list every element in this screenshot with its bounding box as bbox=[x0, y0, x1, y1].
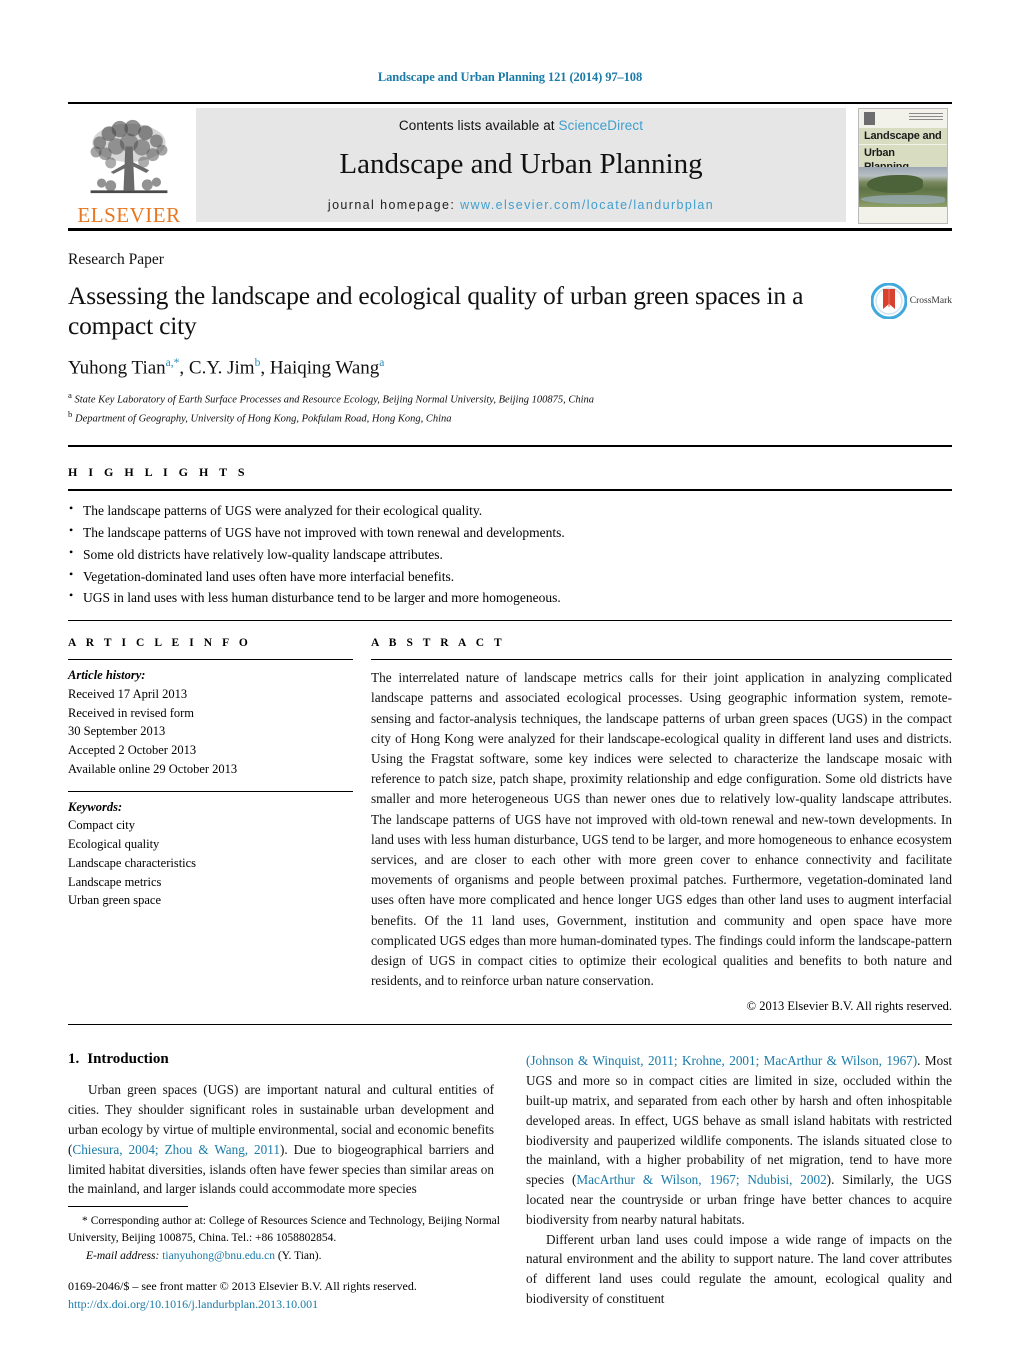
history-revised-date: 30 September 2013 bbox=[68, 724, 166, 739]
info-abstract-row: A R T I C L E I N F O Article history: R… bbox=[68, 637, 952, 1014]
citation-link[interactable]: MacArthur & Wilson, 1967; Ndubisi, 2002 bbox=[576, 1172, 826, 1187]
sciencedirect-link[interactable]: ScienceDirect bbox=[559, 118, 644, 133]
keywords-block: Keywords: Compact city Ecological qualit… bbox=[68, 792, 353, 911]
affiliation-b: b Department of Geography, University of… bbox=[68, 408, 952, 427]
cover-title-line-1: Landscape and bbox=[859, 128, 947, 144]
article-history-label: Article history: bbox=[68, 668, 146, 683]
keyword: Urban green space bbox=[68, 893, 162, 908]
affiliation-a: a State Key Laboratory of Earth Surface … bbox=[68, 389, 952, 408]
cover-masthead-text bbox=[909, 113, 943, 120]
contents-panel: Contents lists available at ScienceDirec… bbox=[196, 108, 846, 222]
intro-paragraph-2: (Johnson & Winquist, 2011; Krohne, 2001;… bbox=[526, 1051, 952, 1229]
history-online: Available online 29 October 2013 bbox=[68, 761, 238, 776]
highlights-list: The landscape patterns of UGS were analy… bbox=[68, 491, 952, 620]
affiliation-b-text: Department of Geography, University of H… bbox=[75, 413, 452, 425]
crossmark-badge[interactable]: CrossMark bbox=[870, 283, 952, 319]
title-row: Assessing the landscape and ecological q… bbox=[68, 269, 952, 341]
issn-block: 0169-2046/$ – see front matter © 2013 El… bbox=[68, 1278, 500, 1313]
author-list: Yuhong Tiana,*, C.Y. Jimb, Haiqing Wanga bbox=[68, 357, 385, 379]
article-type: Research Paper bbox=[68, 251, 164, 268]
contents-available-line: Contents lists available at ScienceDirec… bbox=[399, 118, 643, 133]
abstract-copyright: © 2013 Elsevier B.V. All rights reserved… bbox=[746, 999, 952, 1014]
affiliations: a State Key Laboratory of Earth Surface … bbox=[68, 389, 952, 426]
elsevier-tree-icon bbox=[90, 119, 168, 194]
cover-elsevier-icon bbox=[864, 112, 875, 125]
crossmark-icon bbox=[870, 283, 907, 319]
keyword: Compact city bbox=[68, 818, 135, 833]
homepage-prefix: journal homepage: bbox=[327, 198, 461, 212]
divider-highlights-bottom bbox=[68, 620, 952, 622]
affiliation-mark-b: b bbox=[68, 409, 73, 420]
section-title: Introduction bbox=[87, 1051, 169, 1068]
affiliation-a-text: State Key Laboratory of Earth Surface Pr… bbox=[74, 394, 595, 406]
footnote-rule bbox=[68, 1206, 188, 1208]
intro-paragraph-1: Urban green spaces (UGS) are important n… bbox=[68, 1080, 494, 1199]
doi-link[interactable]: http://dx.doi.org/10.1016/j.landurbplan.… bbox=[68, 1296, 500, 1313]
divider-above-highlights bbox=[68, 444, 952, 447]
intro-p2-a: . Most UGS and more so in compact cities… bbox=[526, 1053, 952, 1188]
history-revised: Received in revised form bbox=[68, 705, 194, 720]
email-label: E-mail address: bbox=[86, 1249, 160, 1262]
elsevier-wordmark: ELSEVIER bbox=[77, 203, 181, 227]
body-column-right: (Johnson & Winquist, 2011; Krohne, 2001;… bbox=[526, 1051, 952, 1308]
running-head: Landscape and Urban Planning 121 (2014) … bbox=[377, 70, 643, 84]
footnote-area: * Corresponding author at: College of Re… bbox=[68, 1206, 500, 1313]
abstract-heading: A B S T R A C T bbox=[371, 637, 506, 650]
keywords-label: Keywords: bbox=[68, 799, 123, 814]
history-accepted: Accepted 2 October 2013 bbox=[68, 743, 197, 758]
abstract-column: A B S T R A C T The interrelated nature … bbox=[371, 637, 952, 1014]
journal-cover-thumbnail: Landscape and Urban Planning bbox=[854, 104, 952, 228]
affiliation-mark-a: a bbox=[68, 390, 72, 401]
page-title: Assessing the landscape and ecological q… bbox=[68, 281, 804, 341]
divider-below-abstract bbox=[68, 1024, 952, 1026]
article-info-column: A R T I C L E I N F O Article history: R… bbox=[68, 637, 371, 1014]
intro-paragraph-3: Different urban land uses could impose a… bbox=[526, 1231, 952, 1307]
citation-link[interactable]: (Johnson & Winquist, 2011; Krohne, 2001;… bbox=[526, 1053, 917, 1068]
cover-header bbox=[859, 109, 947, 127]
keyword: Ecological quality bbox=[68, 837, 160, 852]
list-item: UGS in land uses with less human disturb… bbox=[68, 586, 952, 609]
crossmark-label: CrossMark bbox=[909, 296, 952, 306]
keyword: Landscape characteristics bbox=[68, 855, 197, 870]
section-heading-introduction: 1. Introduction bbox=[68, 1051, 494, 1068]
cover-image: Landscape and Urban Planning bbox=[858, 108, 948, 224]
article-history-block: Article history: Received 17 April 2013 … bbox=[68, 660, 353, 779]
cover-photo bbox=[859, 167, 947, 207]
email-note: E-mail address: tianyuhong@bnu.edu.cn (Y… bbox=[68, 1248, 500, 1265]
keyword: Landscape metrics bbox=[68, 874, 162, 889]
journal-masthead: ELSEVIER Contents lists available at Sci… bbox=[68, 102, 952, 231]
journal-homepage-link[interactable]: www.elsevier.com/locate/landurbplan bbox=[460, 198, 714, 212]
history-received: Received 17 April 2013 bbox=[68, 686, 188, 701]
cover-footer bbox=[859, 207, 947, 223]
corresponding-author-note: * Corresponding author at: College of Re… bbox=[68, 1215, 500, 1244]
article-info-heading: A R T I C L E I N F O bbox=[68, 637, 252, 650]
journal-title: Landscape and Urban Planning bbox=[339, 148, 703, 180]
highlights-heading: H I G H L I G H T S bbox=[68, 464, 249, 479]
issn-line: 0169-2046/$ – see front matter © 2013 El… bbox=[68, 1279, 417, 1294]
author-email-link[interactable]: tianyuhong@bnu.edu.cn bbox=[162, 1250, 275, 1262]
abstract-text: The interrelated nature of landscape met… bbox=[371, 670, 952, 989]
contents-prefix: Contents lists available at bbox=[398, 118, 559, 133]
email-suffix: (Y. Tian). bbox=[277, 1249, 322, 1262]
section-number: 1. bbox=[68, 1051, 80, 1068]
list-item: The landscape patterns of UGS were analy… bbox=[68, 499, 952, 522]
list-item: The landscape patterns of UGS have not i… bbox=[68, 521, 952, 544]
citation-link[interactable]: Chiesura, 2004; Zhou & Wang, 2011 bbox=[72, 1142, 280, 1157]
journal-homepage-line: journal homepage: www.elsevier.com/locat… bbox=[328, 198, 714, 212]
paper-page: Landscape and Urban Planning 121 (2014) … bbox=[0, 0, 1020, 1351]
list-item: Some old districts have relatively low-q… bbox=[68, 543, 952, 566]
list-item: Vegetation-dominated land uses often hav… bbox=[68, 565, 952, 588]
elsevier-logo: ELSEVIER bbox=[68, 104, 190, 228]
